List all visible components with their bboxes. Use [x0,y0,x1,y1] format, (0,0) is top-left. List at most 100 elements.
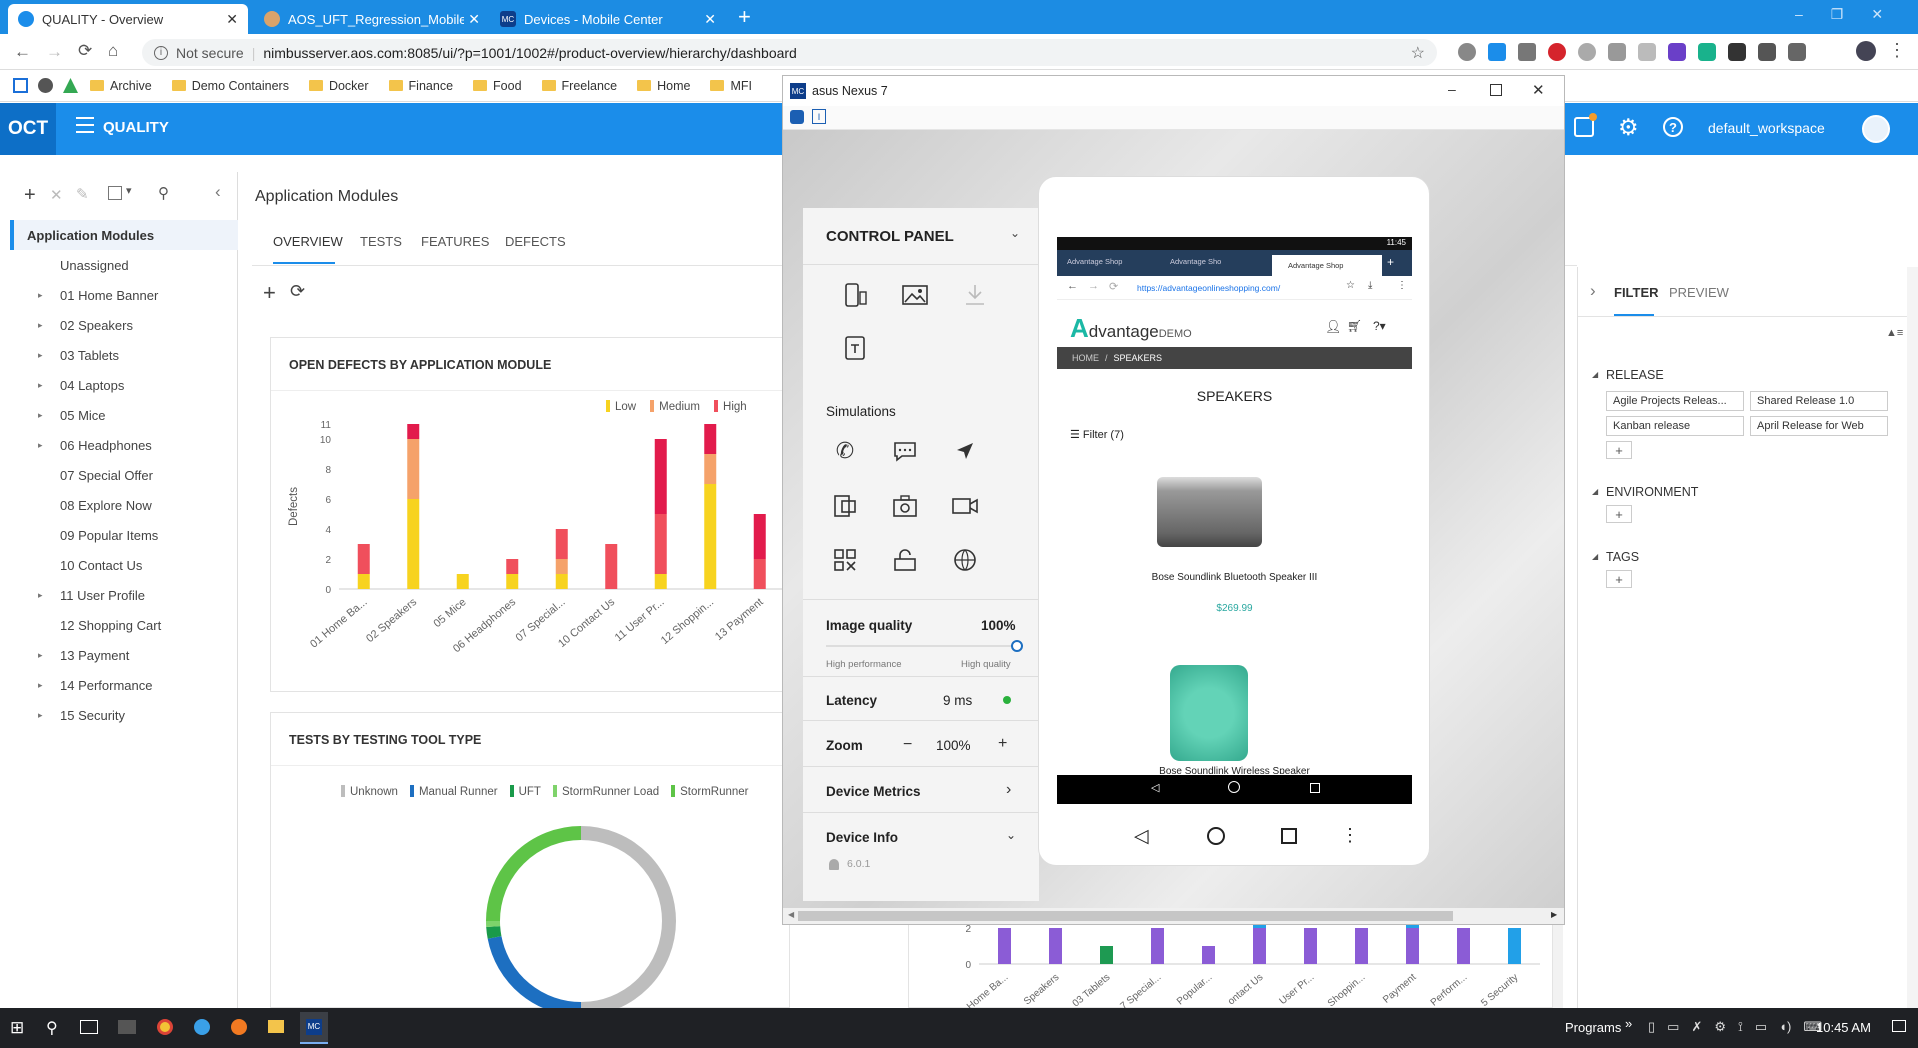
user-icon[interactable]: 👤︎ [1325,319,1342,335]
fingerprint-lock-icon[interactable] [890,545,920,575]
add-environment-button[interactable]: + [1606,505,1632,523]
zoom-out-button[interactable]: − [903,736,912,754]
tab-filter[interactable]: FILTER [1614,285,1659,300]
collapse-panel-icon[interactable]: ‹ [215,182,221,202]
tree-item[interactable]: 08 Explore Now [10,490,238,520]
collapse-caret-icon[interactable]: ◢ [1592,552,1598,561]
expand-caret-icon[interactable]: ▸ [38,440,43,451]
mobile-menu-icon[interactable]: ⋮ [1397,280,1407,291]
right-scrollbar[interactable] [1907,267,1918,1008]
scroll-right-icon[interactable]: ▶ [1551,910,1557,919]
home-icon[interactable]: ⌂ [108,41,118,61]
help-icon[interactable]: ?▾ [1373,319,1386,333]
firefox-icon[interactable] [231,1019,247,1035]
device-logs-icon[interactable] [840,333,870,363]
network-globe-icon[interactable] [950,545,980,575]
release-chip[interactable]: April Release for Web [1750,416,1888,436]
product-name[interactable]: Bose Soundlink Bluetooth Speaker III [1057,572,1412,583]
mobile-download-icon[interactable]: ⤓ [1368,280,1372,291]
extension-icon[interactable] [1488,43,1506,61]
bookmark-finance[interactable]: Finance [388,79,453,93]
bookmark-food[interactable]: Food [473,79,522,93]
programs-toolbar[interactable]: Programs [1565,1020,1621,1035]
product-image-speaker[interactable] [1170,665,1248,761]
release-chip[interactable]: Kanban release [1606,416,1744,436]
url-field[interactable]: i Not secure | nimbusserver.aos.com:8085… [142,39,1437,66]
add-widget-icon[interactable]: + [263,280,276,306]
qr-code-icon[interactable] [830,545,860,575]
browser-tab-quality[interactable]: QUALITY - Overview ✕ [8,4,248,34]
expand-caret-icon[interactable]: ▸ [38,710,43,721]
info-icon[interactable]: i [154,45,168,60]
tree-item[interactable]: ▸ 11 User Profile [10,580,238,610]
sort-icon[interactable]: ▲≡ [1886,327,1903,339]
tablet-recents-icon[interactable] [1281,828,1297,844]
download-icon[interactable] [960,280,990,310]
extension-icon[interactable] [1458,43,1476,61]
tree-item[interactable]: ▸ 01 Home Banner [10,280,238,310]
tree-item[interactable]: ▸ 06 Headphones [10,430,238,460]
settings-gear-icon[interactable]: ⚙ [1618,114,1639,141]
add-tag-button[interactable]: + [1606,570,1632,588]
tray-icon[interactable]: ✗ [1691,1019,1702,1035]
opera-icon[interactable] [1548,43,1566,61]
profile-avatar[interactable] [1856,41,1876,61]
view-mode-icon[interactable] [108,186,122,200]
tab-tests[interactable]: TESTS [360,234,402,249]
device-info-label[interactable]: Device Info [826,830,898,845]
expand-caret-icon[interactable]: ▸ [38,680,43,691]
extension-icon[interactable] [1578,43,1596,61]
delete-icon[interactable]: ✕ [50,186,63,204]
product-image-speaker[interactable] [1157,477,1262,547]
release-chip[interactable]: Agile Projects Releas... [1606,391,1744,411]
bookmark-demo-containers[interactable]: Demo Containers [171,79,289,93]
mobile-forward-icon[interactable]: → [1088,280,1099,292]
search-icon[interactable]: ⚲ [158,184,169,202]
refresh-icon[interactable]: ⟳ [290,281,305,302]
tree-item[interactable]: ▸ 05 Mice [10,400,238,430]
video-camera-icon[interactable] [950,491,980,521]
expand-caret-icon[interactable]: ▸ [38,410,43,421]
collapse-caret-icon[interactable]: ◢ [1592,487,1598,496]
tab-features[interactable]: FEATURES [421,234,489,249]
chrome-icon[interactable] [157,1019,173,1035]
scroll-left-icon[interactable]: ◀ [788,910,794,919]
forward-icon[interactable]: → [46,42,63,62]
github-icon[interactable] [38,78,53,93]
tab-preview[interactable]: PREVIEW [1669,285,1729,300]
browser-tab-devices[interactable]: MC Devices - Mobile Center ✕ [490,4,726,34]
extension-icon[interactable] [1758,43,1776,61]
edit-pencil-icon[interactable]: ✎ [76,185,89,203]
zoom-in-button[interactable]: + [998,735,1007,753]
chevron-down-icon[interactable]: ⌄ [1010,226,1020,240]
tree-item[interactable]: 10 Contact Us [10,550,238,580]
tree-item[interactable]: Unassigned [10,250,238,280]
tree-item[interactable]: ▸ 13 Payment [10,640,238,670]
android-home-icon[interactable] [1228,781,1240,793]
product-name[interactable]: Bose Soundlink Wireless Speaker [1057,766,1412,774]
new-tab-button[interactable]: + [738,4,751,30]
tray-icon[interactable]: ▯ [1648,1019,1655,1035]
mobile-url[interactable]: https://advantageonlineshopping.com/ [1137,283,1280,293]
image-quality-slider-track[interactable] [826,640,1023,652]
mail-icon[interactable] [1518,43,1536,61]
terminal-icon[interactable] [118,1020,136,1034]
pocket-icon[interactable] [1608,43,1626,61]
expand-caret-icon[interactable]: ▸ [38,380,43,391]
tab-defects[interactable]: DEFECTS [505,234,566,249]
device-screen[interactable]: 11:45 Advantage Shop Advantage Sho Advan… [1057,237,1412,804]
reload-icon[interactable]: ⟳ [78,41,92,61]
chevron-right-icon[interactable]: » [1625,1016,1632,1031]
close-tab-icon[interactable]: ✕ [468,11,480,28]
notification-center-icon[interactable] [1892,1020,1906,1032]
breadcrumb-home[interactable]: HOME [1072,353,1099,363]
drive-icon[interactable] [63,78,78,93]
workspace-selector[interactable]: default_workspace [1708,120,1825,136]
hamburger-menu-icon[interactable] [76,117,94,133]
tab-overview[interactable]: OVERVIEW [273,234,343,249]
file-explorer-icon[interactable] [268,1020,284,1033]
tree-item[interactable]: ▸ 04 Laptops [10,370,238,400]
camera-switch-icon[interactable] [830,491,860,521]
bookmark-docker[interactable]: Docker [308,79,369,93]
window-controls[interactable]: –❐✕ [1795,6,1911,23]
